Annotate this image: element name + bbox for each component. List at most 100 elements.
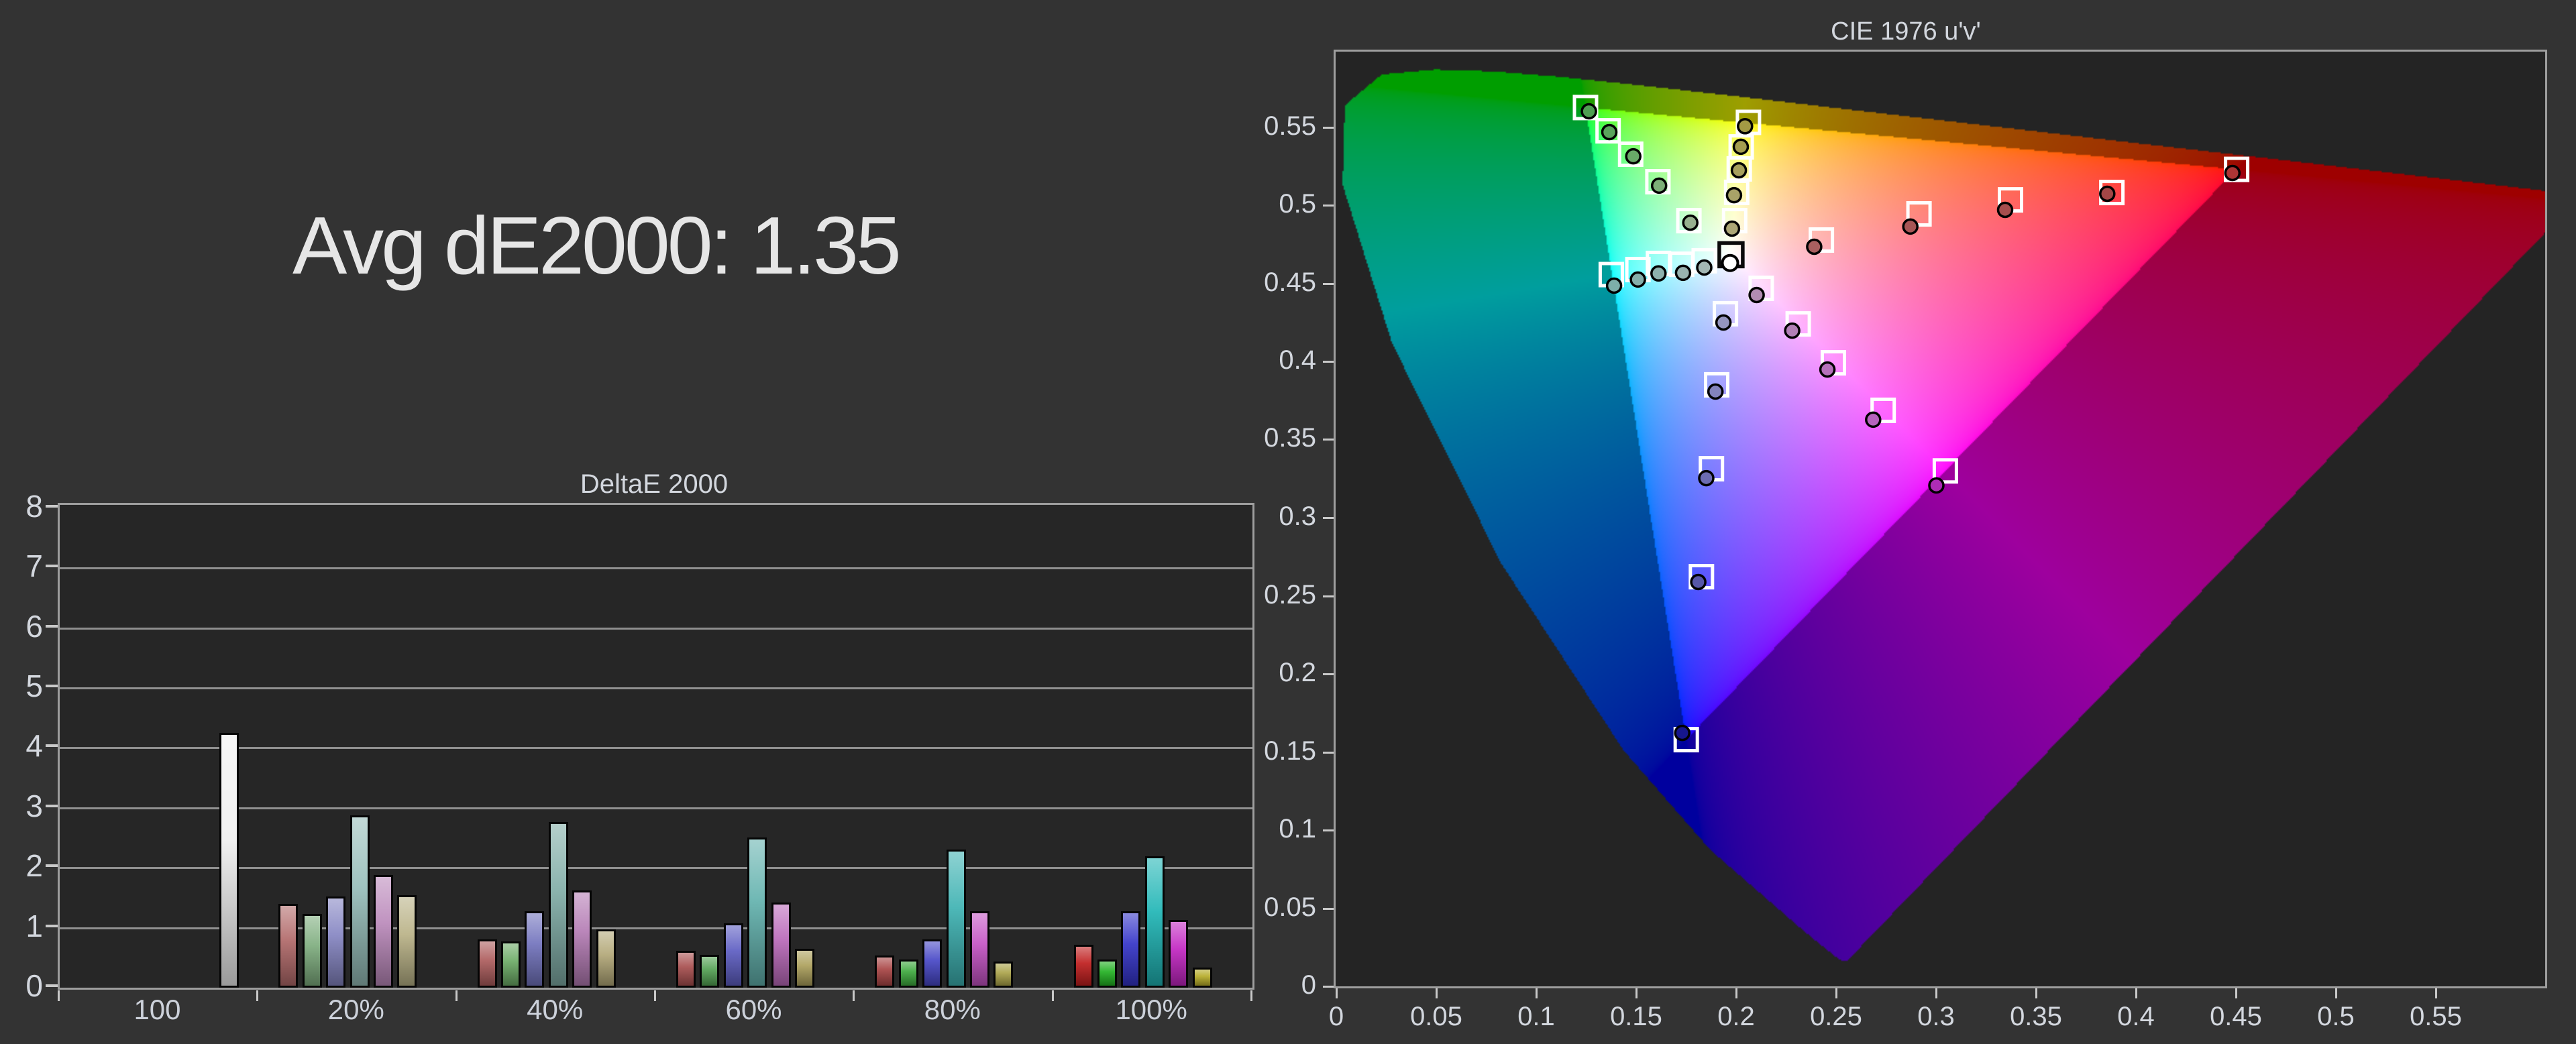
cie-y-tick <box>1323 517 1334 519</box>
bar-chart-y-tick-label: 8 <box>25 488 43 524</box>
cie-x-tick <box>2235 988 2237 998</box>
cie-y-tick-label: 0.25 <box>1264 580 1316 610</box>
bar-chart-y-tick-label: 4 <box>25 728 43 764</box>
bar-chart-y-tick <box>46 984 58 987</box>
cie-diagram-title: CIE 1976 u'v' <box>1831 17 1981 46</box>
bar-chart-gridline <box>60 687 1252 689</box>
cie-x-tick-label: 0.45 <box>2210 1002 2262 1031</box>
cie-x-tick-label: 0.5 <box>2317 1002 2355 1031</box>
measured-dot-magenta-60 <box>1819 361 1836 378</box>
bar-chart-gridline <box>60 627 1252 630</box>
bar-chart-y-tick-label: 5 <box>25 669 43 703</box>
measured-dot-cyan-40 <box>1674 264 1692 282</box>
bar-cyan-100% <box>1144 856 1165 988</box>
bar-blue-20% <box>326 896 346 988</box>
measured-dot-magenta-20 <box>1748 286 1765 304</box>
measured-dot-magenta-100 <box>1928 477 1945 494</box>
bar-magenta-40% <box>572 890 592 988</box>
measured-dot-blue-20 <box>1715 314 1732 331</box>
bar-chart-group-label: 60% <box>725 994 782 1025</box>
cie-y-tick <box>1323 283 1334 285</box>
measured-dot-yellow-80 <box>1732 138 1750 156</box>
bar-chart-title: DeltaE 2000 <box>580 469 729 499</box>
cie-y-tick-label: 0.05 <box>1264 892 1316 922</box>
cie-x-tick-label: 0 <box>1328 1002 1344 1031</box>
cie-y-tick-label: 0.15 <box>1264 736 1316 766</box>
cie-y-tick-label: 0.1 <box>1279 814 1316 844</box>
cie-x-tick <box>2435 988 2437 998</box>
bar-red-80% <box>875 955 895 988</box>
cie-x-tick-label: 0.3 <box>1917 1002 1955 1031</box>
cie-y-tick <box>1323 361 1334 363</box>
deltae-bar-chart-plot <box>58 503 1254 990</box>
cie-x-tick-label: 0.2 <box>1717 1002 1755 1031</box>
bar-magenta-20% <box>373 875 393 988</box>
measured-dot-yellow-20 <box>1723 220 1741 237</box>
cie-y-tick <box>1323 205 1334 207</box>
cie-y-tick <box>1323 829 1334 831</box>
measured-dot-green-20 <box>1682 214 1699 231</box>
cie-y-tick <box>1323 986 1334 988</box>
bar-magenta-80% <box>969 911 989 988</box>
cie-x-tick <box>1735 988 1737 998</box>
bar-blue-100% <box>1121 911 1141 988</box>
measured-dot-blue-40 <box>1707 383 1724 400</box>
cie-x-tick <box>2135 988 2137 998</box>
bar-chart-y-tick-label: 6 <box>25 608 43 644</box>
bar-red-20% <box>278 904 299 988</box>
bar-chart-y-tick <box>46 924 58 927</box>
measured-dot-yellow-40 <box>1725 186 1743 204</box>
measured-dot-blue-100 <box>1674 724 1690 742</box>
cie-y-tick <box>1323 752 1334 754</box>
measured-dot-cyan-20 <box>1696 259 1713 276</box>
cie-x-tick <box>1436 988 1438 998</box>
bar-white-100 <box>219 733 239 988</box>
bar-green-60% <box>700 955 720 988</box>
cie-x-tick <box>2335 988 2337 998</box>
cie-y-tick-label: 0.5 <box>1279 189 1316 219</box>
cie-y-tick-label: 0.2 <box>1279 658 1316 687</box>
cie-points-overlay <box>1572 95 2250 753</box>
measured-dot-red-80 <box>2099 185 2116 202</box>
bar-green-80% <box>898 960 918 988</box>
cie-y-tick-label: 0.3 <box>1279 502 1316 531</box>
measured-dot-red-20 <box>1806 238 1823 255</box>
bar-cyan-60% <box>747 837 767 988</box>
bar-yellow-40% <box>596 929 616 988</box>
bar-chart-y-tick-label: 2 <box>25 848 43 884</box>
cie-x-tick-label: 0.25 <box>1810 1002 1862 1031</box>
bar-chart-y-tick <box>46 624 58 628</box>
cie-y-tick <box>1323 908 1334 910</box>
cie-x-tick-label: 0.1 <box>1517 1002 1555 1031</box>
measured-dot-yellow-60 <box>1730 162 1748 179</box>
cie-x-tick <box>1536 988 1538 998</box>
cie-y-tick-label: 0.35 <box>1264 423 1316 453</box>
measured-dot-yellow-100 <box>1737 118 1754 135</box>
cie-x-tick-label: 0.35 <box>2010 1002 2062 1031</box>
cie-x-tick <box>1935 988 1937 998</box>
cie-y-tick <box>1323 595 1334 597</box>
measured-dot-green-80 <box>1601 123 1618 141</box>
cie-y-tick-label: 0.4 <box>1279 345 1316 375</box>
measured-dot-magenta-40 <box>1784 322 1801 339</box>
avg-de2000-summary: Avg dE2000: 1.35 <box>292 200 902 291</box>
bar-green-100% <box>1097 960 1118 988</box>
bar-chart-y-tick-label: 0 <box>25 968 43 1003</box>
measured-dot-white <box>1721 253 1739 272</box>
measured-dot-red-60 <box>1996 201 2014 219</box>
bar-green-20% <box>302 914 322 988</box>
bar-cyan-20% <box>350 815 370 988</box>
measured-dot-red-100 <box>2224 164 2241 182</box>
measured-dot-blue-80 <box>1690 573 1707 591</box>
bar-chart-gridline <box>60 567 1252 570</box>
bar-blue-80% <box>922 939 943 988</box>
bar-chart-y-tick-label: 7 <box>25 548 43 584</box>
bar-chart-y-tick <box>46 864 58 868</box>
cie-x-tick-label: 0.4 <box>2117 1002 2155 1031</box>
bar-magenta-100% <box>1169 920 1189 988</box>
measured-dot-magenta-80 <box>1865 411 1882 428</box>
bar-chart-y-tick <box>46 744 58 748</box>
bar-chart-y-tick-label: 1 <box>25 908 43 943</box>
measured-dot-red-40 <box>1902 218 1919 235</box>
bar-chart-group-label: 80% <box>924 994 981 1025</box>
